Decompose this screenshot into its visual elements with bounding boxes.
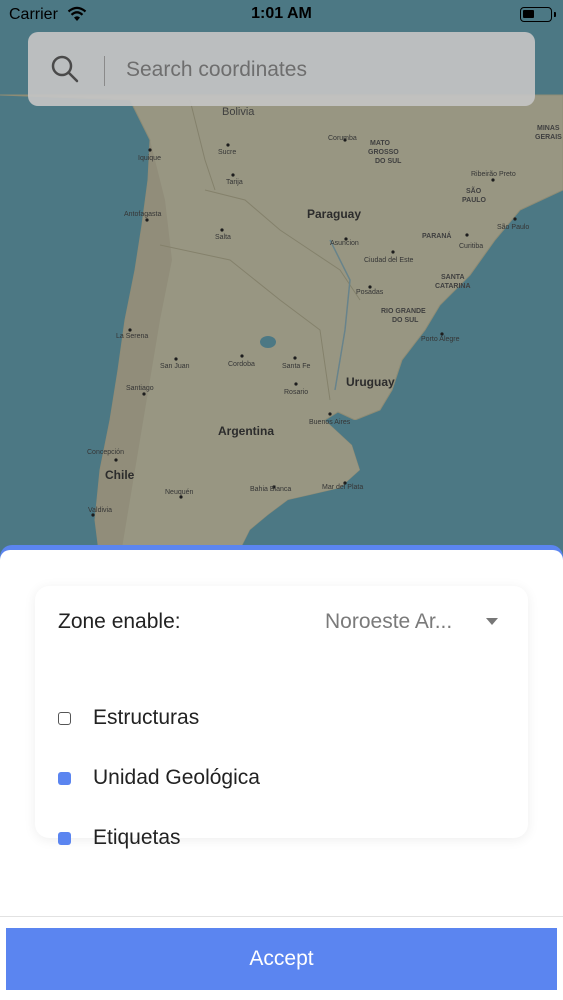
- status-bar: Carrier 1:01 AM: [0, 0, 563, 30]
- checkbox-unidad-geologica[interactable]: [58, 772, 71, 785]
- option-label: Etiquetas: [93, 826, 181, 849]
- option-etiquetas[interactable]: Etiquetas: [55, 820, 495, 860]
- chevron-down-icon: [486, 618, 498, 625]
- search-icon[interactable]: [50, 54, 80, 89]
- accept-button[interactable]: Accept: [6, 928, 557, 990]
- layer-options-card: Zone enable: Noroeste Ar... Estructuras …: [35, 586, 528, 849]
- search-bar[interactable]: [28, 32, 535, 106]
- zone-selected-value: Noroeste Ar...: [325, 610, 453, 633]
- zone-dropdown[interactable]: Noroeste Ar...: [325, 608, 505, 638]
- layer-options-sheet: Zone enable: Noroeste Ar... Estructuras …: [0, 550, 563, 1000]
- option-label: Estructuras: [93, 706, 200, 729]
- search-input[interactable]: [126, 50, 516, 90]
- checkbox-etiquetas[interactable]: [58, 832, 71, 845]
- status-time: 1:01 AM: [251, 5, 312, 22]
- footer-divider: [0, 916, 563, 917]
- option-label: Unidad Geológica: [93, 766, 260, 789]
- option-estructuras[interactable]: Estructuras: [55, 700, 495, 740]
- checkbox-estructuras[interactable]: [58, 712, 71, 725]
- battery-icon: [520, 7, 556, 22]
- option-unidad-geologica[interactable]: Unidad Geológica: [55, 760, 495, 800]
- search-divider: [104, 56, 105, 86]
- zone-label: Zone enable:: [58, 610, 181, 633]
